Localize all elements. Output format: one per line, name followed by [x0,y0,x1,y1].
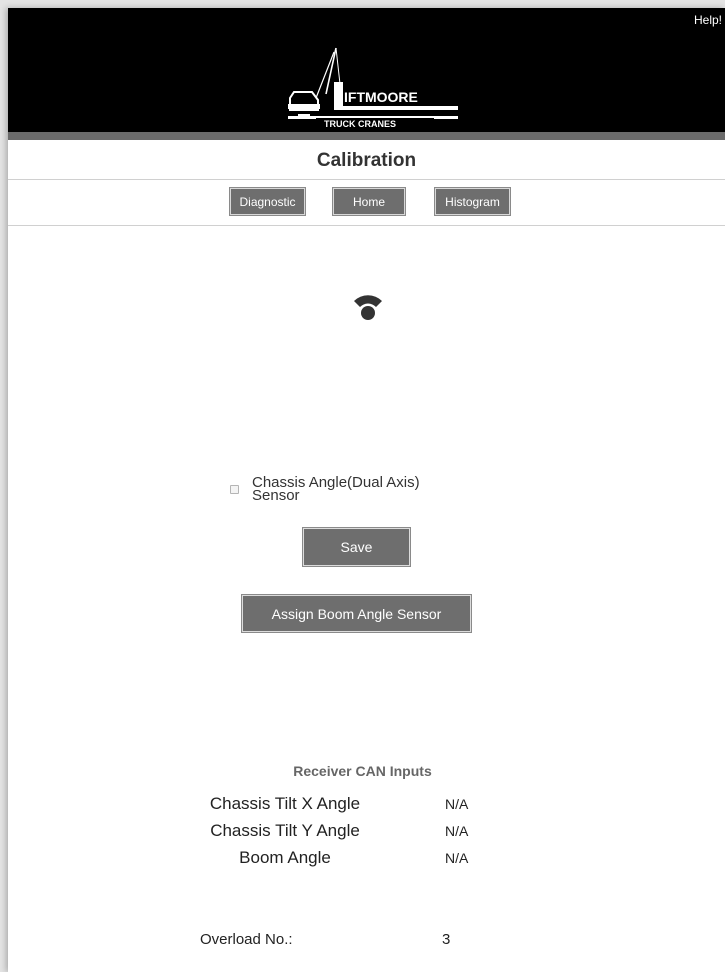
can-input-value: N/A [445,850,469,866]
overload-value: 3 [442,931,451,948]
overload-label: Overload No.: [200,931,293,948]
save-button[interactable]: Save [303,528,410,566]
sensor-option-row: Chassis Angle(Dual Axis) Sensor [230,472,490,512]
page-title: Calibration [316,150,417,171]
wifi-signal-icon [354,295,382,320]
header-divider [8,132,725,140]
diagnostic-button[interactable]: Diagnostic [230,188,305,215]
chassis-angle-label: Chassis Angle(Dual Axis) Sensor [252,474,420,504]
help-link[interactable]: Help! [694,13,722,27]
app-frame: Help! IFTMOORE TRUCK CRANES Calibration … [8,8,725,972]
nav-bar: Diagnostic Home Histogram [8,180,725,226]
header: Help! IFTMOORE TRUCK CRANES [8,8,725,132]
histogram-button[interactable]: Histogram [435,188,510,215]
can-input-label: Boom Angle [239,848,331,867]
logo-top-text: IFTMOORE [344,89,418,105]
home-button[interactable]: Home [333,188,405,215]
chassis-angle-checkbox[interactable] [230,485,239,494]
can-input-label: Chassis Tilt Y Angle [210,821,360,840]
title-bar: Calibration [8,140,725,180]
can-inputs-title: Receiver CAN Inputs [293,763,432,779]
can-input-label: Chassis Tilt X Angle [209,794,361,813]
logo-bottom-text: TRUCK CRANES [324,119,396,128]
assign-boom-angle-sensor-button[interactable]: Assign Boom Angle Sensor [242,595,471,632]
can-input-value: N/A [445,796,469,812]
liftmoore-logo: IFTMOORE TRUCK CRANES [288,47,458,128]
can-input-value: N/A [445,823,469,839]
